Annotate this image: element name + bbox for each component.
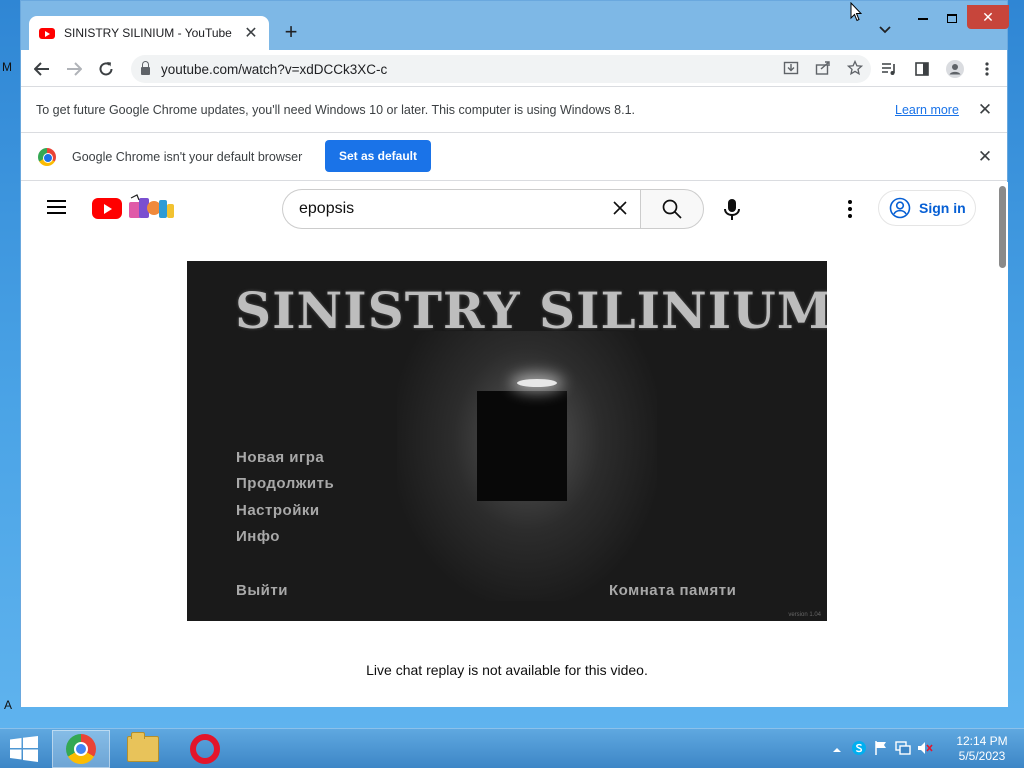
opera-icon [190,734,220,764]
search-clear-icon[interactable] [600,196,640,222]
browser-toolbar: youtube.com/watch?v=xdDCCk3XC-c [21,50,1007,87]
new-tab-button[interactable]: + [279,19,303,45]
forward-arrow-icon[interactable] [62,57,86,81]
desktop-icon-label: A [4,698,13,712]
youtube-logo-icon[interactable] [92,198,122,219]
address-bar[interactable]: youtube.com/watch?v=xdDCCk3XC-c [131,55,871,83]
game-menu-memory-room: Комната памяти [609,582,737,599]
update-infobar-text: To get future Google Chrome updates, you… [36,102,635,117]
youtube-page: epopsis Sign in SINISTRY SILINIUM Новая … [21,182,997,707]
game-menu-info: Инфо [236,528,280,545]
system-tray [826,729,936,768]
windows-start-icon[interactable] [10,736,38,762]
update-infobar: To get future Google Chrome updates, you… [21,87,1007,133]
clock-time: 12:14 PM [956,734,1008,748]
browser-window: SINISTRY SILINIUM - YouTube ✕ + ✕ youtub… [20,0,1009,707]
settings-more-icon[interactable] [841,198,859,220]
taskbar: 12:14 PM 5/5/2023 [0,728,1024,768]
window-close-button[interactable]: ✕ [967,5,1009,29]
taskbar-opera-button[interactable] [176,730,234,768]
youtube-favicon-icon [39,27,55,39]
default-browser-text: Google Chrome isn't your default browser [72,149,303,164]
skype-icon[interactable] [848,740,870,759]
learn-more-link[interactable]: Learn more [895,103,959,117]
taskbar-chrome-button[interactable] [52,730,110,768]
game-version-label: version 1.04 [788,612,821,618]
side-panel-icon[interactable] [910,57,934,81]
tab-close-icon[interactable]: ✕ [243,23,259,43]
search-input[interactable]: epopsis [282,189,640,229]
network-icon[interactable] [892,740,914,758]
mouse-cursor-icon [850,2,862,22]
youtube-doodle-icon[interactable] [127,194,177,222]
microphone-icon[interactable] [721,198,743,222]
system-clock[interactable]: 12:14 PM 5/5/2023 [952,734,1012,764]
tab-youtube[interactable]: SINISTRY SILINIUM - YouTube ✕ [29,16,269,50]
game-menu-new-game: Новая игра [236,449,325,466]
default-browser-infobar: Google Chrome isn't your default browser… [21,133,1007,181]
taskbar-file-explorer-button[interactable] [114,730,172,768]
video-player[interactable]: SINISTRY SILINIUM Новая игра Продолжить … [187,261,827,621]
game-menu-exit: Выйти [236,582,288,599]
chrome-menu-icon[interactable] [975,57,999,81]
game-menu-continue: Продолжить [236,475,335,492]
clock-date: 5/5/2023 [958,749,1006,763]
sign-in-label: Sign in [919,200,966,216]
bookmark-star-icon[interactable] [839,59,871,79]
account-circle-icon [889,197,911,219]
tab-search-chevron-icon[interactable] [879,23,891,37]
search-button[interactable] [640,189,704,229]
show-hidden-icons-chevron-icon[interactable] [826,742,848,756]
url-text[interactable]: youtube.com/watch?v=xdDCCk3XC-c [161,62,387,77]
desktop-icon-label: M [2,60,12,74]
chrome-logo-icon [38,147,56,166]
page-scrollbar[interactable] [997,182,1008,707]
window-maximize-button[interactable] [938,7,966,29]
scrollbar-thumb[interactable] [999,186,1006,268]
search-icon [662,199,682,219]
profile-avatar-icon[interactable] [943,57,967,81]
game-title: SINISTRY SILINIUM [235,281,827,340]
search-query[interactable]: epopsis [299,200,600,218]
back-arrow-icon[interactable] [30,57,54,81]
reload-icon[interactable] [94,57,118,81]
action-center-flag-icon[interactable] [870,740,892,759]
chrome-icon [66,734,96,764]
game-menu-settings: Настройки [236,502,320,519]
volume-muted-icon[interactable] [914,741,936,758]
default-infobar-close-icon[interactable]: ✕ [977,147,993,167]
folder-icon [127,732,159,762]
lock-icon[interactable] [141,61,150,75]
tab-title: SINISTRY SILINIUM - YouTube [64,26,232,40]
sign-in-button[interactable]: Sign in [878,190,976,226]
hamburger-menu-icon[interactable] [47,200,66,214]
share-icon[interactable] [807,60,839,79]
media-control-icon[interactable] [877,57,901,81]
update-infobar-close-icon[interactable]: ✕ [977,100,993,120]
set-as-default-button[interactable]: Set as default [325,140,431,172]
video-ceiling-light [517,379,557,387]
video-doorway [477,391,567,501]
install-app-icon[interactable] [775,60,807,79]
live-chat-replay-note: Live chat replay is not available for th… [366,662,648,678]
window-minimize-button[interactable] [909,7,937,29]
